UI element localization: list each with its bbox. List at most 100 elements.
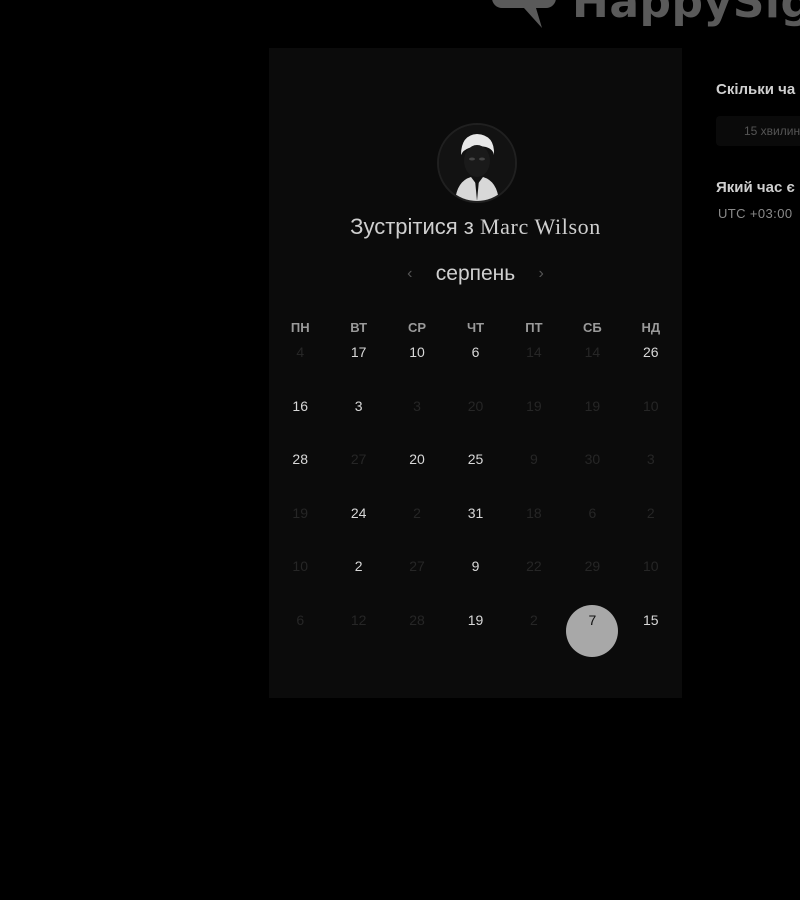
day-cell: 19: [271, 489, 329, 543]
day-number: 15: [642, 611, 659, 628]
chevron-right-icon[interactable]: ›: [535, 265, 547, 283]
day-cell[interactable]: 28: [271, 435, 329, 489]
day-number: 10: [409, 344, 425, 360]
chevron-left-icon[interactable]: ‹: [404, 265, 416, 283]
day-cell[interactable]: 9: [446, 542, 504, 596]
day-cell[interactable]: 25: [446, 435, 504, 489]
chat-bubble-logo-icon: [492, 0, 556, 28]
day-number: 19: [292, 504, 308, 521]
day-cell: 2: [505, 596, 563, 650]
day-cell: 28: [388, 596, 446, 650]
day-cell[interactable]: 16: [271, 382, 329, 436]
day-cell: 3: [388, 382, 446, 436]
day-number: 10: [642, 397, 659, 414]
day-number: 2: [413, 504, 421, 521]
day-number: 19: [467, 611, 484, 628]
day-cell: 30: [563, 435, 621, 489]
day-number: 7: [588, 611, 597, 628]
day-number: 24: [350, 504, 367, 521]
day-number: 6: [296, 611, 305, 628]
timezone-label-text: Який час є: [716, 179, 795, 196]
day-number: 6: [471, 344, 480, 360]
day-cell[interactable]: 20: [388, 435, 446, 489]
day-number: 29: [584, 558, 601, 575]
day-cell: 2: [388, 489, 446, 543]
day-number: 16: [292, 397, 308, 414]
day-number: 17: [350, 344, 367, 360]
day-number: 10: [642, 558, 659, 575]
day-cell: 29: [563, 542, 621, 596]
day-number: 14: [526, 344, 542, 360]
day-number: 22: [526, 558, 542, 575]
day-cell-selected[interactable]: 7: [563, 596, 621, 657]
day-number: 30: [584, 451, 601, 468]
duration-label: Скільки ча: [716, 81, 795, 99]
timezone-label: Який час є: [716, 179, 795, 197]
day-cell[interactable]: 17: [329, 328, 387, 382]
day-number: 27: [350, 451, 367, 468]
day-number: 25: [467, 451, 484, 468]
day-number: 28: [409, 611, 425, 628]
logo: HappySig: [486, 0, 800, 32]
day-number: 2: [530, 611, 538, 628]
day-number: 14: [584, 344, 601, 360]
day-cell: 3: [622, 435, 680, 489]
day-cell: 10: [622, 542, 680, 596]
day-number: 19: [584, 397, 601, 414]
day-cell: 14: [505, 328, 563, 382]
day-number: 2: [646, 504, 655, 521]
avatar: [437, 123, 517, 203]
day-number: 2: [354, 558, 363, 575]
day-number: 20: [467, 397, 484, 414]
day-cell: 27: [388, 542, 446, 596]
day-cell: 27: [329, 435, 387, 489]
duration-label-text: Скільки ча: [716, 81, 796, 98]
day-number: 3: [413, 397, 421, 414]
day-cell: 20: [446, 382, 504, 436]
logo-text: HappySig: [572, 0, 800, 28]
day-number: 4: [296, 344, 305, 360]
day-cell: 19: [563, 382, 621, 436]
title-prefix: Зустрітися з: [350, 214, 474, 239]
day-number: 26: [642, 344, 659, 360]
day-number: 18: [526, 504, 542, 521]
day-number: 20: [409, 451, 425, 468]
day-cell: 12: [329, 596, 387, 650]
day-number: 3: [646, 451, 655, 468]
day-cell: 19: [505, 382, 563, 436]
day-number: 10: [292, 558, 308, 575]
day-cell[interactable]: 26: [622, 328, 680, 382]
day-cell: 9: [505, 435, 563, 489]
day-cell[interactable]: 31: [446, 489, 504, 543]
host-portrait-icon: [439, 125, 515, 201]
month-label: серпень: [435, 262, 516, 285]
booking-title: Зустрітися з Marc Wilson: [269, 214, 682, 240]
day-number: 3: [354, 397, 363, 414]
day-cell: 10: [271, 542, 329, 596]
duration-button[interactable]: 15 хвилин: [716, 116, 800, 146]
day-cell[interactable]: 24: [329, 489, 387, 543]
day-cell: 10: [622, 382, 680, 436]
month-navigation: ‹ серпень ›: [269, 262, 682, 286]
day-number: 19: [526, 397, 542, 414]
day-cell[interactable]: 3: [329, 382, 387, 436]
day-cell[interactable]: 19: [446, 596, 504, 650]
day-number: 12: [350, 611, 367, 628]
day-cell: 2: [622, 489, 680, 543]
day-cell: 14: [563, 328, 621, 382]
day-cell: 6: [563, 489, 621, 543]
day-cell[interactable]: 2: [329, 542, 387, 596]
day-number: 27: [409, 558, 425, 575]
timezone-value[interactable]: UTC +03:00: [718, 206, 792, 221]
day-number: 28: [292, 451, 308, 468]
day-number: 6: [588, 504, 597, 521]
day-cell: 18: [505, 489, 563, 543]
day-number: 31: [467, 504, 484, 521]
day-cell[interactable]: 6: [446, 328, 504, 382]
day-cell: 6: [271, 596, 329, 650]
day-cell[interactable]: 15: [622, 596, 680, 650]
booking-card: Зустрітися з Marc Wilson ‹ серпень › ПН В…: [269, 48, 682, 698]
calendar-grid: 4 17 10 6 14 14 26 16 3 3 20 19 19 10 28 27 20 25 9 30 3 19 24…: [271, 328, 680, 657]
day-cell[interactable]: 10: [388, 328, 446, 382]
day-number: 9: [530, 451, 538, 468]
